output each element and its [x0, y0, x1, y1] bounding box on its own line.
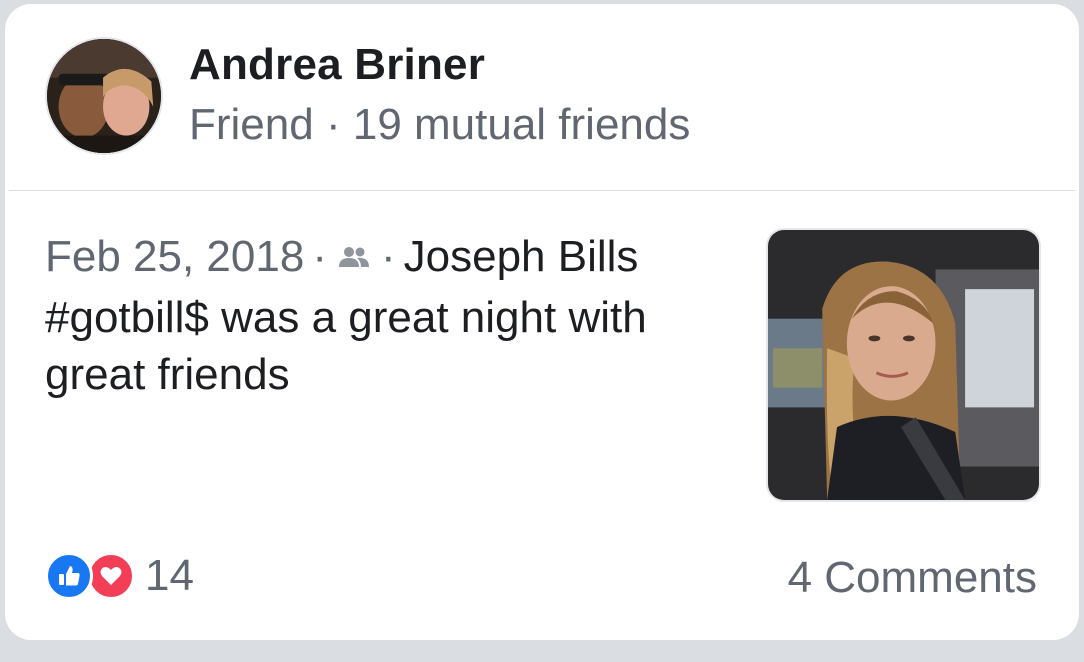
- reactions-summary[interactable]: 14: [45, 551, 194, 601]
- post-text: #gotbill$ was a great night with great f…: [45, 293, 647, 399]
- love-icon: [87, 552, 135, 600]
- profile-subline: Friend · 19 mutual friends: [189, 100, 690, 150]
- profile-avatar[interactable]: [45, 37, 163, 155]
- relationship-label: Friend: [189, 100, 314, 149]
- post-meta: Feb 25, 2018 · · Joseph Bills: [45, 232, 638, 282]
- header-divider: [9, 190, 1075, 191]
- reaction-count[interactable]: 14: [145, 551, 194, 601]
- mutual-friends-link[interactable]: 19 mutual friends: [353, 100, 691, 149]
- post-author[interactable]: Joseph Bills: [404, 232, 639, 282]
- like-icon: [45, 552, 93, 600]
- friends-icon[interactable]: [337, 245, 371, 269]
- separator-dot: ·: [312, 232, 327, 281]
- avatar-photo: [47, 39, 161, 153]
- post-date[interactable]: Feb 25, 2018: [45, 232, 304, 282]
- separator-dot: ·: [380, 232, 396, 281]
- separator-dot: ·: [325, 100, 341, 149]
- profile-header[interactable]: Andrea Briner Friend · 19 mutual friends: [5, 4, 1079, 190]
- post-card[interactable]: Andrea Briner Friend · 19 mutual friends…: [5, 4, 1079, 640]
- post-photo[interactable]: [766, 228, 1041, 502]
- photo-image: [768, 230, 1039, 500]
- comments-link[interactable]: 4 Comments: [788, 553, 1037, 603]
- profile-name[interactable]: Andrea Briner: [189, 40, 485, 90]
